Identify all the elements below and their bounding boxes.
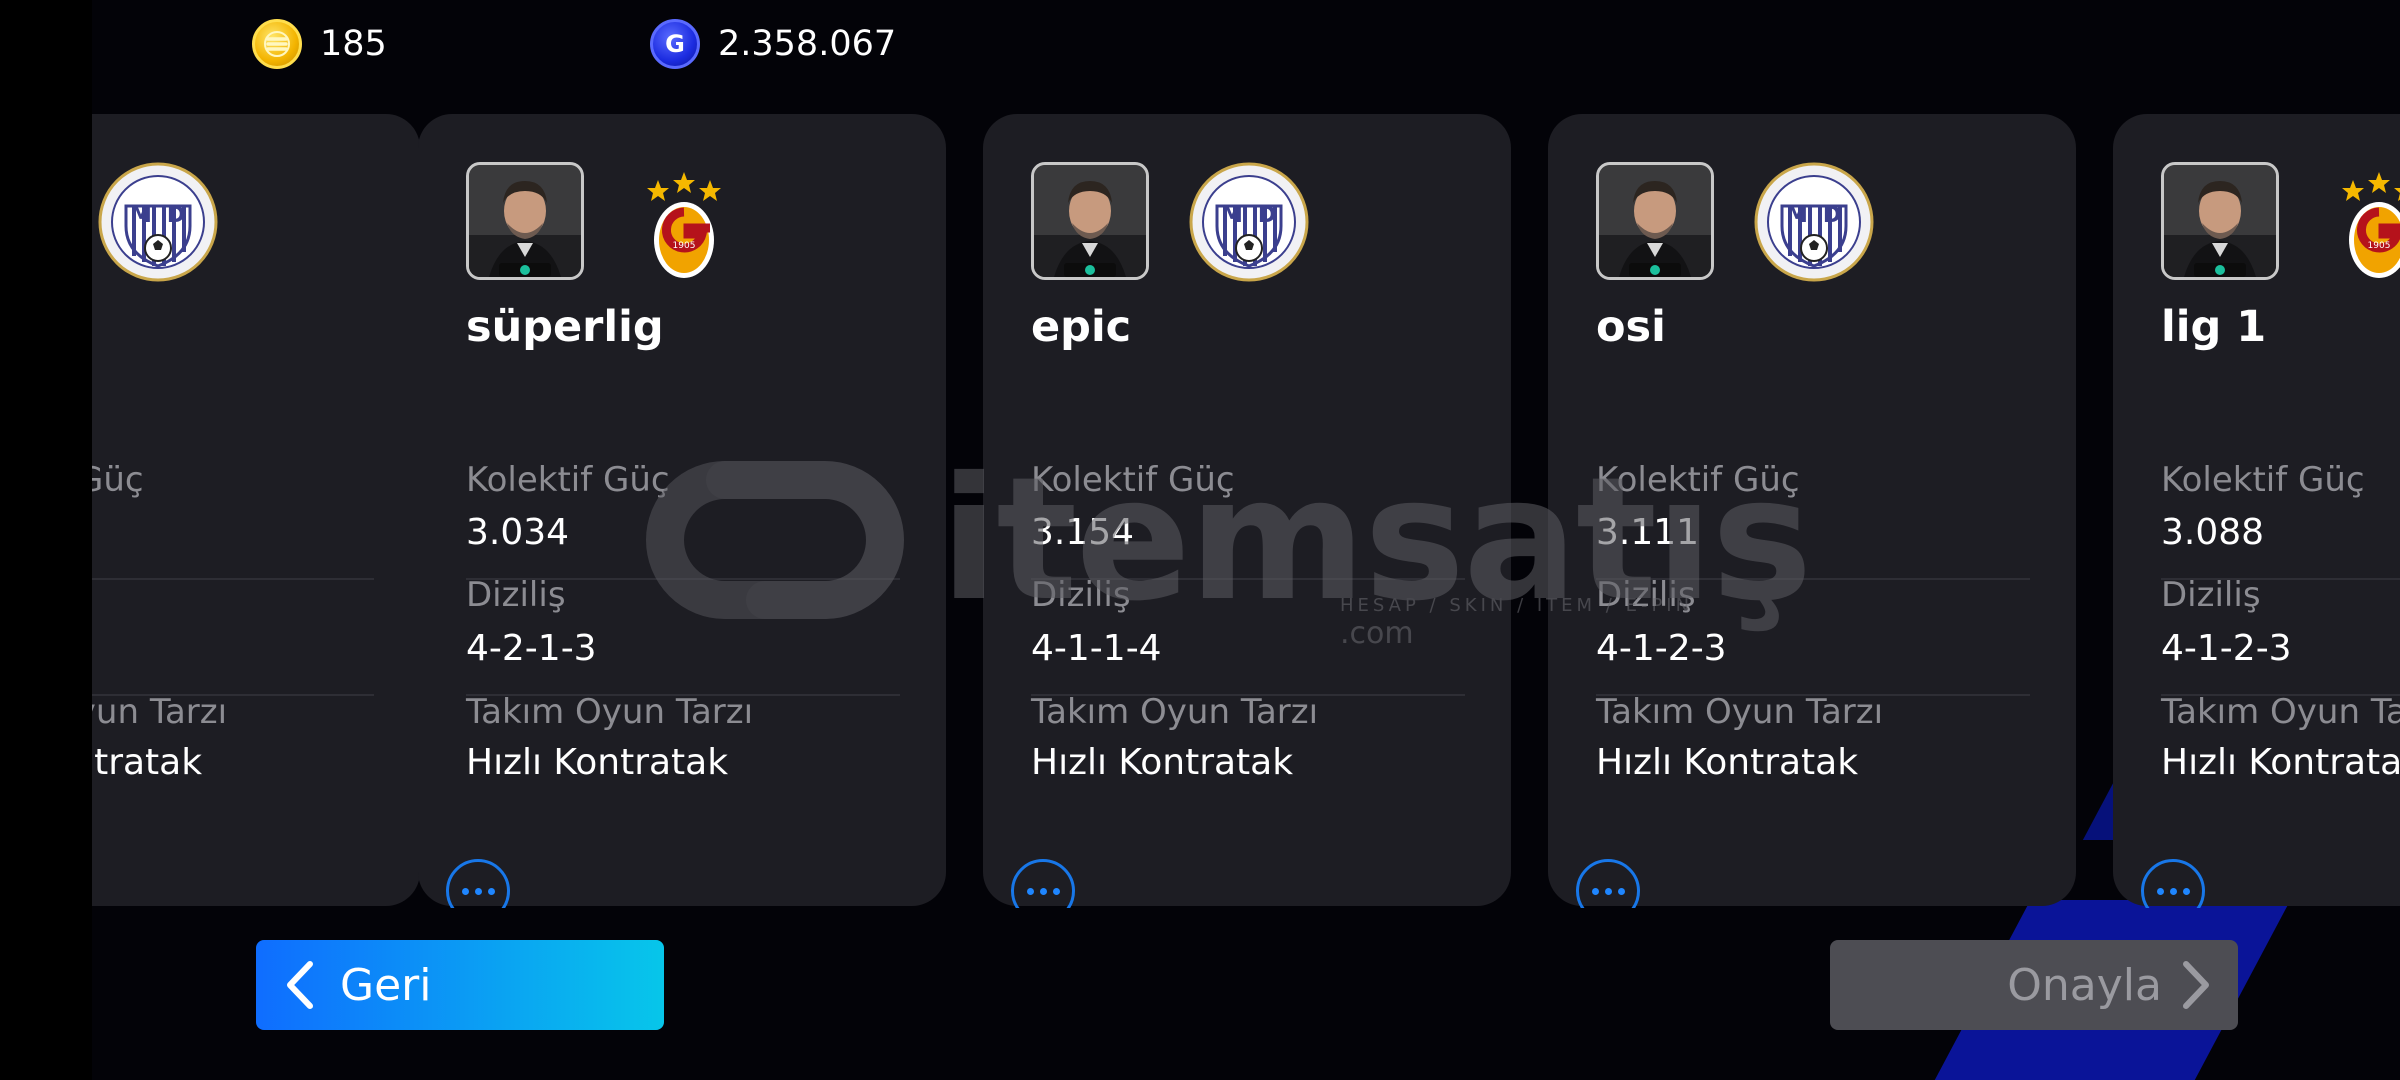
svg-text:G: G [665, 30, 685, 58]
formation-label: Diziliş [1031, 575, 1131, 615]
team-playstyle-value: Hızlı Kontratak [2161, 742, 2400, 783]
team-playstyle-label: Takım Oyun Tarzı [1031, 692, 1319, 732]
md-club-badge: M D [1189, 162, 1309, 282]
collective-strength-label: Kolektif Güç [466, 460, 670, 500]
svg-text:M: M [1786, 203, 1808, 228]
coins-counter: 185 [252, 18, 387, 70]
team-card[interactable]: M D Kolektif Güç Diziliş Takım Oyun Tarz… [92, 114, 420, 906]
manager-avatar [2161, 162, 2279, 280]
team-playstyle-label: Takım Oyun Tarzı [92, 692, 228, 732]
team-playstyle-value: Hızlı Kontratak [92, 742, 203, 783]
chevron-right-icon [2183, 961, 2209, 1009]
collective-strength-value: 3.088 [2161, 512, 2265, 553]
more-options-button[interactable] [446, 859, 510, 908]
formation-value: 4-1-1-4 [1031, 628, 1162, 669]
more-options-button[interactable] [1576, 859, 1640, 908]
team-playstyle-label: Takım Oyun Tarzı [466, 692, 754, 732]
galatasaray-badge: 1905 [2319, 162, 2400, 282]
team-playstyle-label: Takım Oyun Tarzı [1596, 692, 1884, 732]
collective-strength-label: Kolektif Güç [1031, 460, 1235, 500]
collective-strength-value: 3.034 [466, 512, 570, 553]
confirm-button-label: Onayla [2007, 959, 2162, 1011]
more-options-button[interactable] [1011, 859, 1075, 908]
gp-counter: G 2.358.067 [650, 18, 896, 70]
svg-text:M: M [130, 203, 152, 228]
manager-avatar [1031, 162, 1149, 280]
manager-avatar [466, 162, 584, 280]
divider [92, 578, 374, 580]
team-playstyle-value: Hızlı Kontratak [1031, 742, 1294, 783]
team-card[interactable]: M D epic Kolektif Güç 3.154 Diziliş 4-1-… [983, 114, 1511, 908]
gp-value: 2.358.067 [718, 24, 897, 64]
formation-value: 4-1-2-3 [1596, 628, 1727, 669]
efootball-coin-icon [252, 19, 302, 69]
galatasaray-badge: 1905 [624, 162, 744, 282]
collective-strength-label: Kolektif Güç [92, 460, 144, 500]
chevron-left-icon [287, 961, 313, 1009]
md-club-badge: M D [1754, 162, 1874, 282]
collective-strength-value: 3.111 [1596, 512, 1700, 553]
team-card-carousel[interactable]: M D Kolektif Güç Diziliş Takım Oyun Tarz… [92, 112, 2400, 908]
manager-avatar [1596, 162, 1714, 280]
collective-strength-label: Kolektif Güç [1596, 460, 1800, 500]
collective-strength-label: Kolektif Güç [2161, 460, 2365, 500]
svg-text:D: D [167, 203, 185, 228]
coins-value: 185 [320, 24, 387, 64]
svg-text:1905: 1905 [673, 241, 696, 251]
formation-value: 4-1-2-3 [2161, 628, 2292, 669]
formation-label: Diziliş [1596, 575, 1696, 615]
formation-label: Diziliş [466, 575, 566, 615]
more-options-button[interactable] [2141, 859, 2205, 908]
team-playstyle-value: Hızlı Kontratak [466, 742, 729, 783]
team-card[interactable]: 1905 süperlig Kolektif Güç 3.034 Diziliş… [418, 114, 946, 908]
team-name: lig 1 [2161, 302, 2267, 352]
team-card[interactable]: 1905 lig 1 Kolektif Güç 3.088 Diziliş 4-… [2113, 114, 2400, 908]
md-club-badge: M D [98, 162, 218, 282]
formation-label: Diziliş [2161, 575, 2261, 615]
svg-text:D: D [1258, 203, 1276, 228]
back-button[interactable]: Geri [256, 940, 664, 1030]
formation-value: 4-2-1-3 [466, 628, 597, 669]
team-name: epic [1031, 302, 1132, 352]
team-name: süperlig [466, 302, 664, 352]
confirm-button[interactable]: Onayla [1830, 940, 2238, 1030]
team-card[interactable]: M D osi Kolektif Güç 3.111 Diziliş 4-1-2… [1548, 114, 2076, 908]
collective-strength-value: 3.154 [1031, 512, 1135, 553]
team-name: osi [1596, 302, 1666, 352]
svg-text:D: D [1823, 203, 1841, 228]
gp-icon: G [650, 19, 700, 69]
svg-text:1905: 1905 [2368, 241, 2391, 251]
team-playstyle-value: Hızlı Kontratak [1596, 742, 1859, 783]
svg-text:M: M [1221, 203, 1243, 228]
back-button-label: Geri [340, 959, 432, 1011]
team-playstyle-label: Takım Oyun Tarzı [2161, 692, 2400, 732]
